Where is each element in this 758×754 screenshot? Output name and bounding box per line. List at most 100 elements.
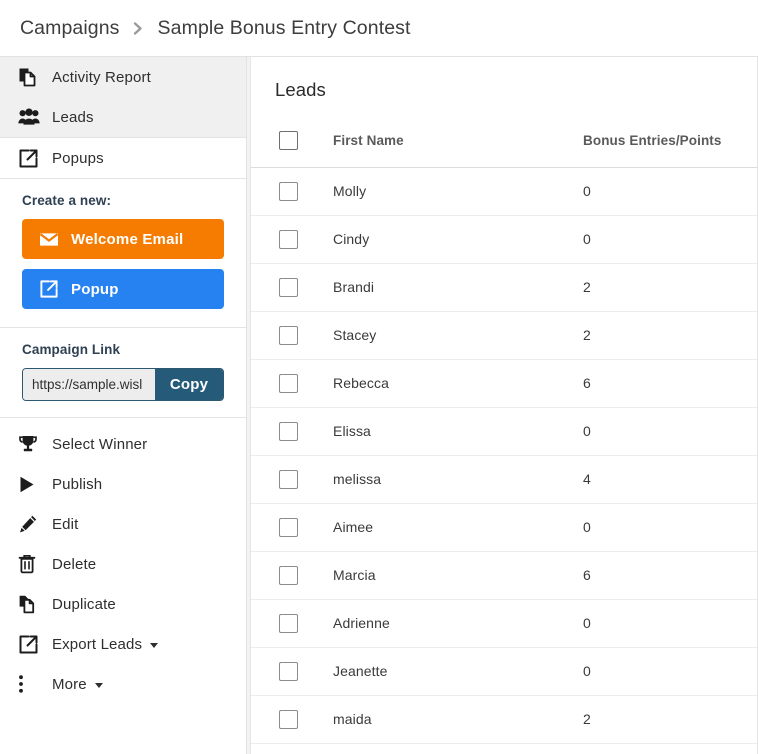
breadcrumb-campaigns-link[interactable]: Campaigns [20, 17, 120, 40]
copy-pages-icon [18, 67, 46, 88]
body-split: Activity Report Leads Popups Create a ne… [0, 57, 758, 754]
external-link-icon [18, 634, 46, 655]
cell-first-name: Cindy [331, 215, 581, 264]
row-select-cell [251, 167, 331, 216]
sidebar-item-popups[interactable]: Popups [0, 138, 246, 178]
sidebar-nav-plain: Popups [0, 138, 246, 179]
action-publish[interactable]: Publish [0, 464, 246, 504]
row-select-cell [251, 215, 331, 264]
campaign-link-section: Campaign Link Copy [0, 328, 246, 418]
main-content: Leads First Name Bonus Entries/Points Mo… [247, 57, 758, 754]
page-title: Leads [275, 79, 326, 100]
breadcrumb: Campaigns Sample Bonus Entry Contest [0, 0, 758, 57]
row-checkbox[interactable] [279, 709, 298, 729]
sidebar: Activity Report Leads Popups Create a ne… [0, 57, 247, 754]
action-label: Export Leads [52, 635, 143, 653]
row-checkbox[interactable] [279, 325, 298, 345]
cell-first-name: Elissa [331, 407, 581, 456]
table-row[interactable]: Adrienne 0 [251, 599, 757, 648]
cell-bonus-entries: 2 [581, 695, 757, 744]
table-row[interactable]: Stacey 2 [251, 311, 757, 360]
cell-bonus-entries: 0 [581, 167, 757, 216]
action-label: Publish [52, 475, 103, 493]
cell-first-name: Adrienne [331, 599, 581, 648]
select-all-checkbox[interactable] [279, 131, 298, 151]
button-label: Welcome Email [71, 230, 184, 248]
table-row[interactable]: Cindy 0 [251, 215, 757, 264]
row-checkbox[interactable] [279, 421, 298, 441]
action-export-leads[interactable]: Export Leads [0, 624, 246, 664]
row-checkbox[interactable] [279, 613, 298, 633]
action-label: Delete [52, 555, 97, 573]
copy-link-button[interactable]: Copy [155, 369, 223, 400]
action-label: Duplicate [52, 595, 116, 613]
cell-first-name: Aimee [331, 503, 581, 552]
cell-first-name: Rebecca [331, 359, 581, 408]
row-checkbox[interactable] [279, 373, 298, 393]
table-row[interactable]: Jeanette 0 [251, 647, 757, 696]
row-checkbox[interactable] [279, 229, 298, 249]
row-checkbox[interactable] [279, 277, 298, 297]
cell-first-name: Jeanette [331, 647, 581, 696]
table-row[interactable]: Rebecca 6 [251, 359, 757, 408]
cell-first-name: Stacey [331, 311, 581, 360]
row-select-cell [251, 311, 331, 360]
row-checkbox[interactable] [279, 565, 298, 585]
sidebar-item-label: Leads [52, 108, 94, 126]
table-row[interactable]: Molly 0 [251, 167, 757, 216]
sidebar-item-activity-report[interactable]: Activity Report [0, 57, 246, 97]
row-select-cell [251, 647, 331, 696]
row-select-cell [251, 599, 331, 648]
row-checkbox[interactable] [279, 181, 298, 201]
action-delete[interactable]: Delete [0, 544, 246, 584]
action-label: More [52, 675, 87, 693]
table-row[interactable]: Aimee 0 [251, 503, 757, 552]
table-row[interactable]: Marcia 6 [251, 551, 757, 600]
row-checkbox[interactable] [279, 469, 298, 489]
create-popup-button[interactable]: Popup [22, 269, 224, 309]
sidebar-item-label: Activity Report [52, 68, 151, 86]
external-link-icon [18, 148, 46, 169]
users-group-icon [18, 108, 46, 126]
table-header-row: First Name Bonus Entries/Points [251, 115, 757, 168]
cell-first-name: Marcia [331, 551, 581, 600]
chevron-right-icon [120, 21, 158, 35]
table-row[interactable]: Brandi 2 [251, 263, 757, 312]
create-new-section: Create a new: Welcome Email Popup [0, 179, 246, 328]
table-row[interactable]: maida 2 [251, 695, 757, 744]
action-duplicate[interactable]: Duplicate [0, 584, 246, 624]
table-row[interactable]: Elissa 0 [251, 407, 757, 456]
campaign-link-input-group: Copy [22, 368, 224, 401]
kebab-menu-icon [18, 674, 46, 694]
select-all-header [251, 115, 331, 168]
row-select-cell [251, 695, 331, 744]
button-label: Popup [71, 280, 119, 298]
column-header-first-name[interactable]: First Name [331, 115, 581, 168]
create-welcome-email-button[interactable]: Welcome Email [22, 219, 224, 259]
action-more[interactable]: More [0, 664, 246, 704]
cell-bonus-entries: 0 [581, 503, 757, 552]
row-select-cell [251, 455, 331, 504]
sidebar-item-label: Popups [52, 149, 104, 167]
sidebar-item-leads[interactable]: Leads [0, 97, 246, 137]
leads-table-body: Molly 0 Cindy 0 Brandi 2 Stacey 2 Rebecca 6 Elissa… [251, 167, 757, 744]
sidebar-action-list: Select Winner Publish Edit Delete Duplic… [0, 418, 246, 704]
pencil-icon [18, 514, 46, 534]
action-label: Select Winner [52, 435, 148, 453]
campaign-link-input[interactable] [23, 369, 155, 400]
table-row[interactable]: melissa 4 [251, 455, 757, 504]
cell-first-name: Brandi [331, 263, 581, 312]
leads-panel: Leads First Name Bonus Entries/Points Mo… [250, 57, 758, 754]
row-checkbox[interactable] [279, 661, 298, 681]
cell-bonus-entries: 4 [581, 455, 757, 504]
row-select-cell [251, 407, 331, 456]
cell-bonus-entries: 6 [581, 551, 757, 600]
action-edit[interactable]: Edit [0, 504, 246, 544]
row-select-cell [251, 551, 331, 600]
cell-bonus-entries: 6 [581, 359, 757, 408]
column-header-bonus-entries[interactable]: Bonus Entries/Points [581, 115, 757, 168]
row-select-cell [251, 503, 331, 552]
row-checkbox[interactable] [279, 517, 298, 537]
create-new-heading: Create a new: [22, 193, 112, 208]
action-select-winner[interactable]: Select Winner [0, 424, 246, 464]
